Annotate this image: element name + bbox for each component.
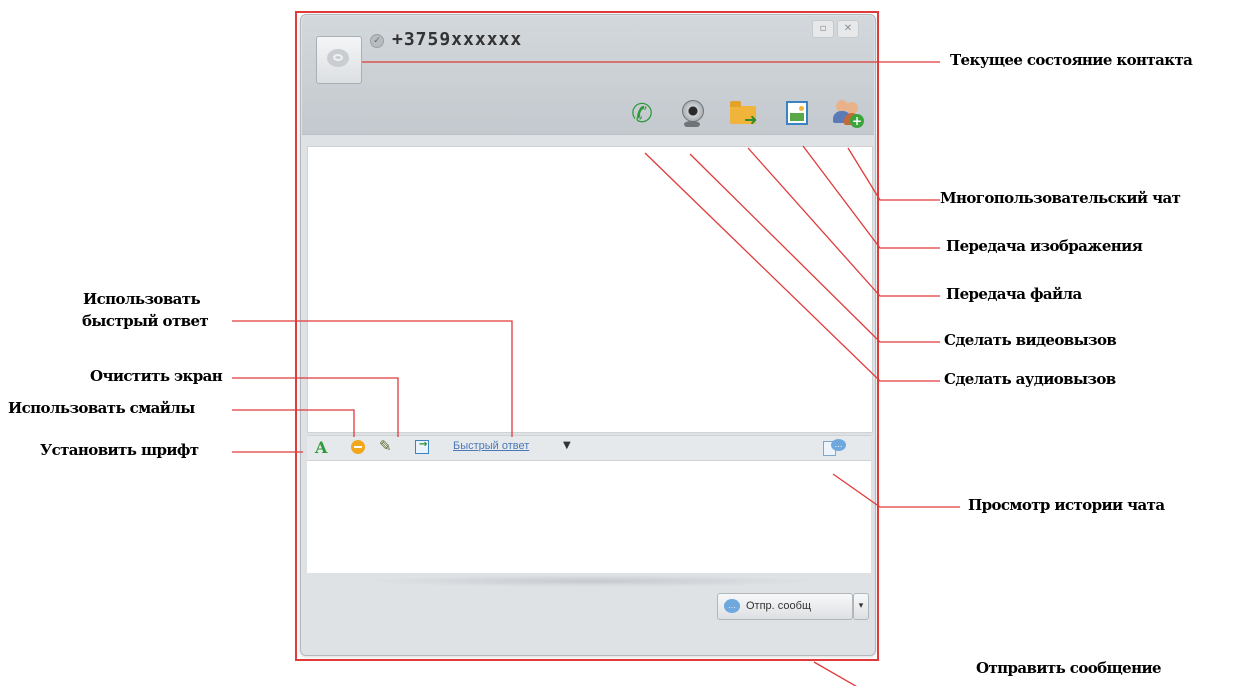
label-send-message: Отправить сообщение (976, 659, 1162, 677)
callout-clear (232, 377, 399, 437)
label-multi-user-chat: Многопользовательский чат (940, 189, 1181, 207)
callout-file (747, 147, 940, 297)
label-file-transfer: Передача файла (946, 285, 1082, 303)
label-quick-reply-2: быстрый ответ (82, 312, 209, 330)
callout-send (813, 661, 857, 686)
label-use-smileys: Использовать смайлы (8, 399, 195, 417)
callout-audio (644, 152, 940, 382)
callout-multi-user (847, 147, 940, 201)
label-set-font: Установить шрифт (40, 441, 199, 459)
label-clear-screen: Очистить экран (90, 367, 223, 385)
label-quick-reply-1: Использовать (83, 290, 201, 308)
callout-history (832, 473, 960, 508)
label-video-call: Сделать видеовызов (944, 331, 1117, 349)
label-image-transfer: Передача изображения (946, 237, 1143, 255)
label-audio-call: Сделать аудиовызов (944, 370, 1116, 388)
label-chat-history: Просмотр истории чата (968, 496, 1165, 514)
callout-quick-reply (232, 320, 513, 437)
label-contact-status: Текущее состояние контакта (950, 51, 1193, 69)
callout-smileys (232, 409, 355, 437)
